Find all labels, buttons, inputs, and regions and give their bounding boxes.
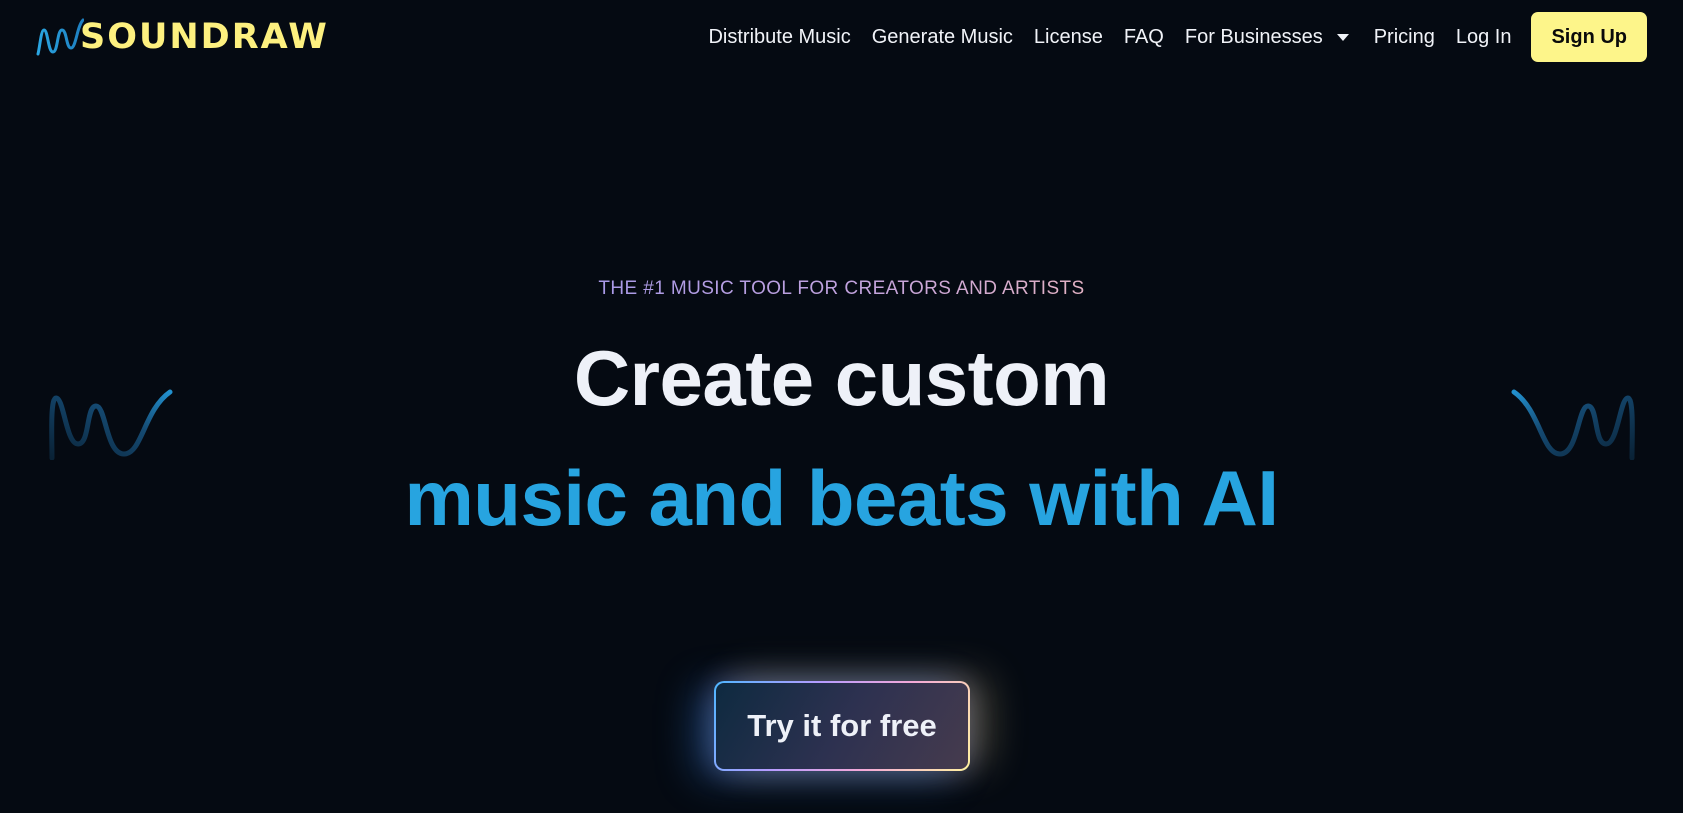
nav-distribute-music[interactable]: Distribute Music (708, 26, 850, 49)
try-free-button[interactable]: Try it for free (714, 681, 970, 771)
nav-login[interactable]: Log In (1456, 26, 1512, 49)
hero-headline-line2: music and beats with AI (404, 454, 1279, 542)
hero-headline-line1: Create custom (573, 334, 1110, 422)
nav-generate-music[interactable]: Generate Music (872, 26, 1013, 49)
landing-page: SOUNDRAW Distribute Music Generate Music… (0, 0, 1683, 813)
nav-for-businesses-label: For Businesses (1184, 25, 1323, 48)
wave-logo-icon (36, 18, 84, 56)
try-free-button-label: Try it for free (716, 683, 968, 769)
nav-pricing[interactable]: Pricing (1374, 26, 1435, 49)
logo-text: SOUNDRAW (80, 17, 329, 57)
nav-license[interactable]: License (1034, 26, 1103, 49)
nav-faq[interactable]: FAQ (1124, 26, 1164, 49)
main-nav: Distribute Music Generate Music License … (708, 12, 1647, 62)
chevron-down-icon (1336, 33, 1349, 41)
hero-tagline: THE #1 MUSIC TOOL FOR CREATORS AND ARTIS… (0, 278, 1683, 300)
logo[interactable]: SOUNDRAW (36, 16, 329, 58)
signup-button[interactable]: Sign Up (1531, 12, 1647, 62)
nav-for-businesses[interactable]: For Businesses (1185, 26, 1353, 49)
hero-tagline-text: THE #1 MUSIC TOOL FOR CREATORS AND ARTIS… (598, 278, 1085, 299)
site-header: SOUNDRAW Distribute Music Generate Music… (0, 0, 1683, 74)
